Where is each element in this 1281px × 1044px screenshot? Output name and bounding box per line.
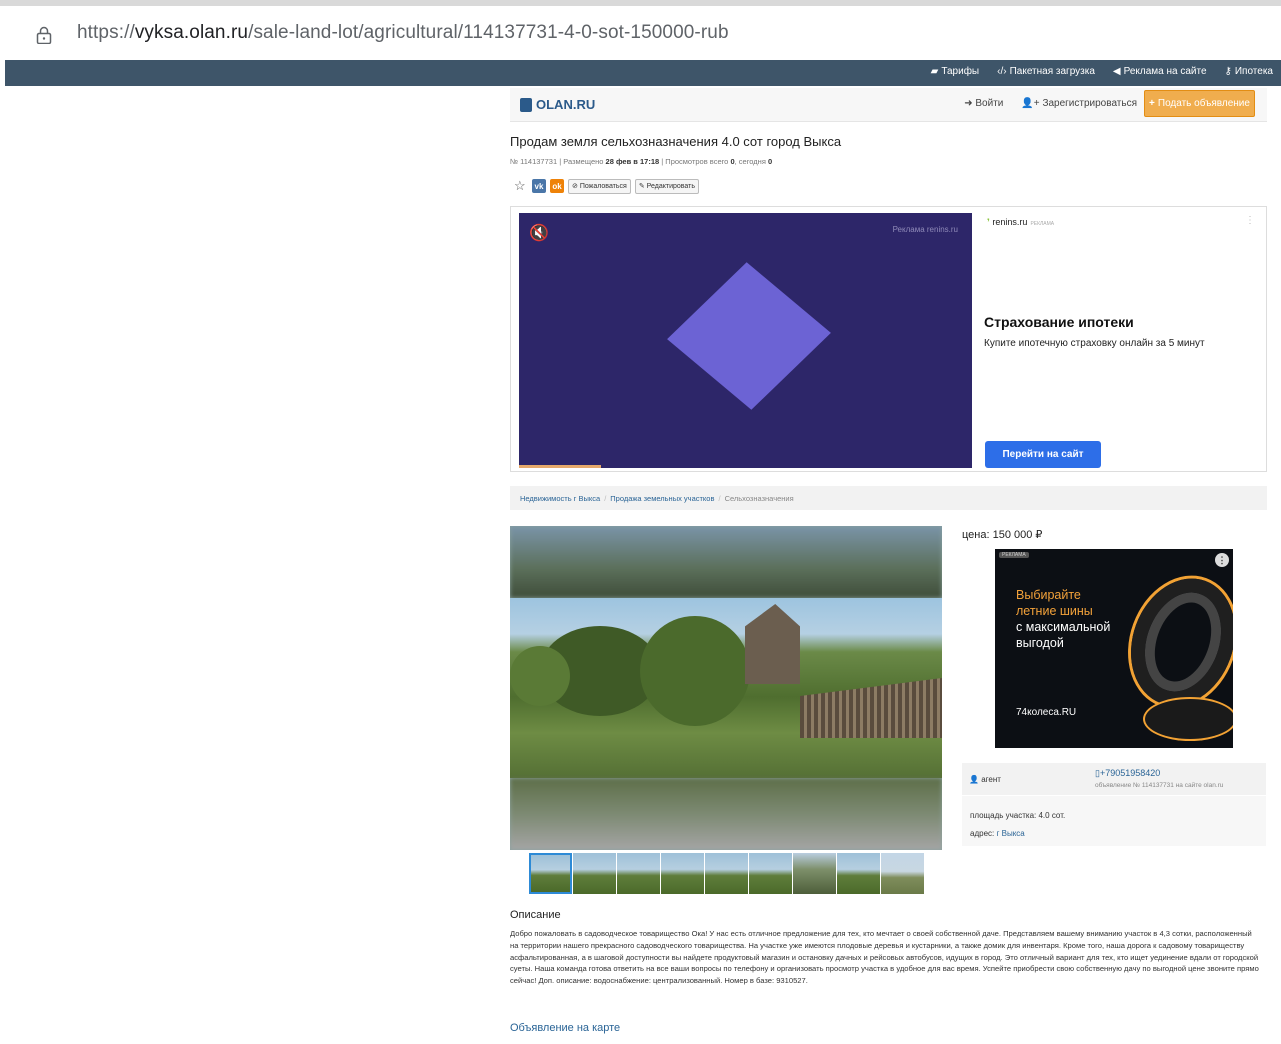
topnav-mortgage[interactable]: ⚷ Ипотека <box>1225 66 1273 77</box>
vk-share-icon[interactable]: vk <box>532 179 546 193</box>
user-add-icon: 👤+ <box>1021 98 1040 109</box>
listing-details: площадь участка: 4.0 сот. адрес: г Выкса <box>962 796 1266 846</box>
breadcrumb-separator: / <box>718 494 721 503</box>
ad-source[interactable]: ❜ renins.ru РЕКЛАМА <box>987 217 1054 228</box>
plus-icon: + <box>1149 98 1155 109</box>
topnav-tariffs[interactable]: ▰ Тарифы <box>931 66 980 77</box>
tariff-icon: ▰ <box>930 66 939 77</box>
ad-number: объявление № 114137731 на сайте olan.ru <box>1095 782 1224 789</box>
thumbnail-strip <box>529 853 924 894</box>
site-logo[interactable]: OLAN.RU <box>520 97 595 112</box>
photo-blur-bottom <box>510 778 942 850</box>
ad-banner[interactable]: 🔇 Реклама renins.ru ❜ renins.ru РЕКЛАМА ⋮… <box>510 206 1267 472</box>
mute-icon[interactable]: 🔇 <box>529 223 549 243</box>
ad-video[interactable]: 🔇 Реклама renins.ru <box>519 213 972 468</box>
ad-headline: Страхование ипотеки <box>984 314 1134 330</box>
ad-tag: РЕКЛАМА <box>999 552 1029 558</box>
thumbnail[interactable] <box>529 853 572 894</box>
tire-ad-text: Выбирайте летние шины с максимальной выг… <box>1016 588 1111 650</box>
login-link[interactable]: ➜ Войти <box>964 98 1003 109</box>
breadcrumb-separator: / <box>604 494 607 503</box>
code-icon: ‹/› <box>997 66 1007 77</box>
complain-button[interactable]: ⊘ Пожаловаться <box>568 178 631 194</box>
thumbnail[interactable] <box>661 853 704 894</box>
thumbnail[interactable] <box>617 853 660 894</box>
ad-shape <box>667 262 831 410</box>
ban-icon: ⊘ <box>572 183 578 190</box>
lock-icon <box>36 26 52 44</box>
ok-share-icon[interactable]: ok <box>550 179 564 193</box>
thumbnail[interactable] <box>837 853 880 894</box>
price: цена: 150 000 ₽ <box>962 529 1043 541</box>
seller-role: 👤 агент <box>969 775 1001 784</box>
login-icon: ➜ <box>964 98 973 109</box>
breadcrumb-item[interactable]: Сельхозназначения <box>725 494 794 503</box>
video-progress-bar <box>519 465 601 468</box>
more-options-icon[interactable]: ⋮ <box>1215 553 1229 567</box>
address-detail: адрес: г Выкса <box>970 829 1025 838</box>
photo-tree <box>510 646 570 706</box>
breadcrumb: Недвижимость г Выкса / Продажа земельных у… <box>510 486 1267 510</box>
thumbnail[interactable] <box>881 853 924 894</box>
area-detail: площадь участка: 4.0 сот. <box>970 811 1066 820</box>
tire-ad[interactable]: РЕКЛАМА ⋮ Выбирайте летние шины с максим… <box>995 549 1233 748</box>
key-icon: ⚷ <box>1224 66 1232 77</box>
phone-link[interactable]: ▯+79051958420 <box>1095 768 1160 779</box>
favorite-star-icon[interactable]: ☆ <box>514 178 528 194</box>
main-photo[interactable] <box>510 526 942 850</box>
ad-video-label: Реклама renins.ru <box>892 225 958 234</box>
topnav-bulk-upload[interactable]: ‹/› Пакетная загрузка <box>997 66 1095 77</box>
register-link[interactable]: 👤+ Зарегистрироваться <box>1021 98 1137 109</box>
post-ad-button[interactable]: + Подать объявление <box>1144 90 1255 117</box>
photo-blur-top <box>510 526 942 598</box>
tire-ad-brand: 74колеса.RU <box>1016 707 1077 718</box>
photo-tree <box>640 616 750 726</box>
left-blank-area <box>5 86 509 1044</box>
user-icon: 👤 <box>969 775 979 784</box>
contact-box: 👤 агент ▯+79051958420 объявление № 11413… <box>962 763 1266 795</box>
renins-logo-icon: ❜ <box>987 217 990 227</box>
ad-side-panel: ❜ renins.ru РЕКЛАМА ⋮ Страхование ипотеки… <box>983 213 1261 468</box>
description-text: Добро пожаловать в садоводческое товарищ… <box>510 929 1259 986</box>
listing-actions: ☆ vk ok ⊘ Пожаловаться ✎ Редактировать <box>514 178 700 194</box>
ad-cta-button[interactable]: Перейти на сайт <box>985 441 1101 468</box>
browser-address-bar[interactable]: https://vyksa.olan.ru/sale-land-lot/agri… <box>0 0 1281 60</box>
map-link[interactable]: Объявление на карте <box>510 1022 620 1034</box>
site-header: OLAN.RU ➜ Войти 👤+ Зарегистрироваться + П… <box>510 88 1267 122</box>
thumbnail[interactable] <box>749 853 792 894</box>
ad-subtext: Купите ипотечную страховку онлайн за 5 м… <box>984 338 1205 349</box>
megaphone-icon: ◀ <box>1112 66 1121 77</box>
breadcrumb-item[interactable]: Недвижимость г Выкса <box>520 494 600 503</box>
thumbnail[interactable] <box>573 853 616 894</box>
listing-meta: № 114137731 | Размещено 28 фев в 17:18 |… <box>510 157 773 166</box>
address-link[interactable]: г Выкса <box>996 829 1024 838</box>
tire-image <box>1145 699 1233 739</box>
edit-icon: ✎ <box>638 183 645 190</box>
description-heading: Описание <box>510 909 561 921</box>
thumbnail[interactable] <box>793 853 836 894</box>
breadcrumb-item[interactable]: Продажа земельных участков <box>610 494 714 503</box>
listing-title: Продам земля сельхозназначения 4.0 сот г… <box>510 134 842 149</box>
logo-icon <box>520 97 532 112</box>
edit-button[interactable]: ✎ Редактировать <box>634 178 700 194</box>
thumbnail[interactable] <box>705 853 748 894</box>
more-options-icon[interactable]: ⋮ <box>1245 215 1255 226</box>
top-navigation: ▰ Тарифы ‹/› Пакетная загрузка ◀ Реклама на… <box>5 60 1281 86</box>
url-text[interactable]: https://vyksa.olan.ru/sale-land-lot/agri… <box>77 22 729 44</box>
topnav-advertising[interactable]: ◀ Реклама на сайте <box>1113 66 1207 77</box>
